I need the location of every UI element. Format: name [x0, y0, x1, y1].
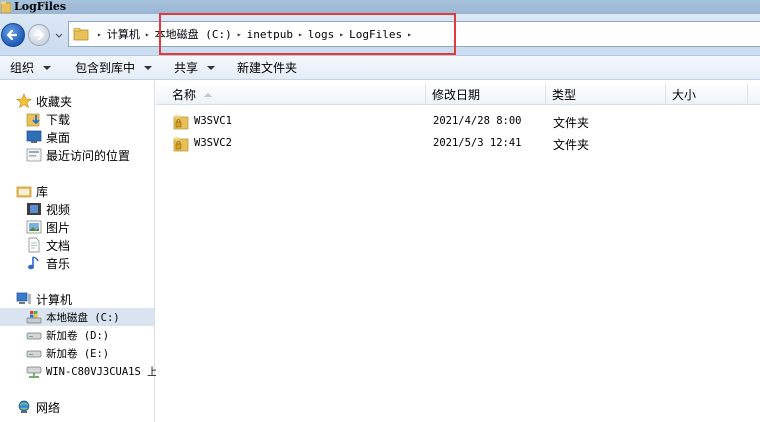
network-globe-icon: [18, 400, 30, 413]
command-bar: 组织 包含到库中 共享 新建文件夹: [0, 56, 760, 80]
sidebar-item-label: 计算机: [36, 292, 73, 307]
sort-up-icon: [204, 92, 213, 97]
sidebar-item-label: 收藏夹: [36, 94, 73, 109]
back-button[interactable]: [1, 23, 25, 47]
file-type: 文件夹: [553, 116, 590, 130]
locked-folder-icon: [173, 137, 189, 152]
picture-icon: [26, 220, 42, 234]
sidebar-item-favorites[interactable]: 收藏夹: [16, 92, 72, 110]
drive-icon: [26, 350, 42, 358]
organize-label: 组织: [10, 61, 35, 75]
file-modified: 2021/4/28 8:00: [433, 115, 522, 127]
sidebar-item-music[interactable]: 音乐: [26, 254, 70, 272]
sidebar-item-label: 网络: [36, 400, 61, 415]
column-header-name[interactable]: 名称: [156, 84, 426, 105]
new-folder-button[interactable]: 新建文件夹: [225, 56, 307, 80]
sidebar-item-local-disk-c[interactable]: 本地磁盘 (C:): [0, 308, 154, 326]
chevron-right-icon[interactable]: ▸: [145, 30, 150, 39]
sidebar-item-pictures[interactable]: 图片: [26, 218, 70, 236]
sidebar-item-libraries[interactable]: 库: [16, 182, 48, 200]
new-folder-label: 新建文件夹: [237, 61, 298, 75]
video-icon: [27, 203, 41, 215]
computer-icon: [16, 292, 31, 304]
sidebar-item-label: 桌面: [46, 130, 71, 145]
include-in-library-label: 包含到库中: [75, 61, 136, 75]
sidebar-item-label: 最近访问的位置: [46, 148, 131, 163]
column-header-size[interactable]: 大小: [666, 84, 748, 105]
network-drive-icon: [26, 366, 42, 378]
sidebar-item-label: 新加卷 (E:): [46, 347, 110, 360]
sidebar-item-network-drive[interactable]: WIN-C80VJ3CUA1S 上: [26, 362, 158, 380]
column-header-row: 名称 修改日期 类型 大小: [156, 84, 760, 105]
drive-icon: [26, 332, 42, 340]
organize-button[interactable]: 组织: [0, 56, 61, 80]
sidebar-item-label: WIN-C80VJ3CUA1S 上: [46, 365, 158, 378]
arrow-right-icon: [34, 30, 44, 40]
sidebar-item-computer[interactable]: 计算机: [16, 290, 72, 308]
sidebar-item-desktop[interactable]: 桌面: [26, 128, 70, 146]
sidebar-item-volume-e[interactable]: 新加卷 (E:): [26, 344, 109, 362]
library-icon: [16, 186, 32, 198]
sidebar-item-label: 音乐: [46, 256, 71, 271]
forward-button[interactable]: [28, 24, 50, 46]
desktop-icon: [26, 130, 42, 143]
sidebar-item-network[interactable]: 网络: [16, 398, 60, 416]
star-icon: [16, 93, 32, 109]
caret-down-icon: [207, 65, 216, 70]
recent-places-icon: [26, 148, 42, 162]
sidebar-item-label: 视频: [46, 202, 71, 217]
sidebar-item-downloads[interactable]: 下载: [26, 110, 70, 128]
column-header-type[interactable]: 类型: [546, 84, 666, 105]
sidebar-item-label: 图片: [46, 220, 71, 235]
column-header-label: 修改日期: [432, 88, 481, 102]
caret-down-icon: [144, 65, 153, 70]
windows-drive-icon: [26, 311, 42, 324]
breadcrumb-computer[interactable]: 计算机: [106, 26, 141, 42]
sidebar-item-documents[interactable]: 文档: [26, 236, 70, 254]
sidebar-item-label: 下载: [46, 112, 71, 127]
caret-down-icon: [43, 65, 52, 70]
column-header-label: 名称: [172, 88, 197, 102]
column-header-label: 类型: [552, 88, 577, 102]
title-bar: LogFiles: [0, 0, 760, 14]
file-name: W3SVC1: [194, 115, 232, 127]
include-in-library-button[interactable]: 包含到库中: [61, 56, 162, 80]
recent-pages-chevron-down-icon[interactable]: [54, 30, 64, 40]
sidebar-item-label: 库: [36, 184, 49, 199]
download-folder-icon: [26, 113, 40, 127]
file-name: W3SVC2: [194, 137, 232, 149]
share-button[interactable]: 共享: [162, 56, 225, 80]
share-label: 共享: [174, 61, 199, 75]
document-icon: [28, 237, 40, 253]
sidebar-item-videos[interactable]: 视频: [26, 200, 70, 218]
file-modified: 2021/5/3 12:41: [433, 137, 522, 149]
sidebar-item-label: 文档: [46, 238, 71, 253]
column-header-label: 大小: [672, 88, 697, 102]
chevron-right-icon[interactable]: ▸: [97, 30, 102, 39]
folder-icon: [1, 1, 11, 13]
folder-icon: [73, 28, 89, 41]
table-row[interactable]: W3SVC1 2021/4/28 8:00 文件夹: [156, 111, 760, 133]
file-list: 名称 修改日期 类型 大小 W3SVC1 2021/4/28 8:00 文件夹: [156, 81, 760, 422]
sidebar-item-label: 新加卷 (D:): [46, 329, 110, 342]
navigation-pane: 收藏夹 下载 桌面 最近访问的位置 库 视频 图片 文档 音乐 计算机 本地磁盘…: [0, 81, 158, 422]
sidebar-item-recent-places[interactable]: 最近访问的位置: [26, 146, 130, 164]
music-note-icon: [28, 256, 39, 270]
column-header-modified[interactable]: 修改日期: [426, 84, 546, 105]
sidebar-item-volume-d[interactable]: 新加卷 (D:): [26, 326, 109, 344]
arrow-left-icon: [6, 29, 18, 41]
window-title: LogFiles: [14, 0, 67, 13]
sidebar-item-label: 本地磁盘 (C:): [46, 311, 120, 324]
table-row[interactable]: W3SVC2 2021/5/3 12:41 文件夹: [156, 133, 760, 155]
red-highlight-box: [159, 13, 456, 55]
file-type: 文件夹: [553, 138, 590, 152]
locked-folder-icon: [173, 115, 189, 130]
